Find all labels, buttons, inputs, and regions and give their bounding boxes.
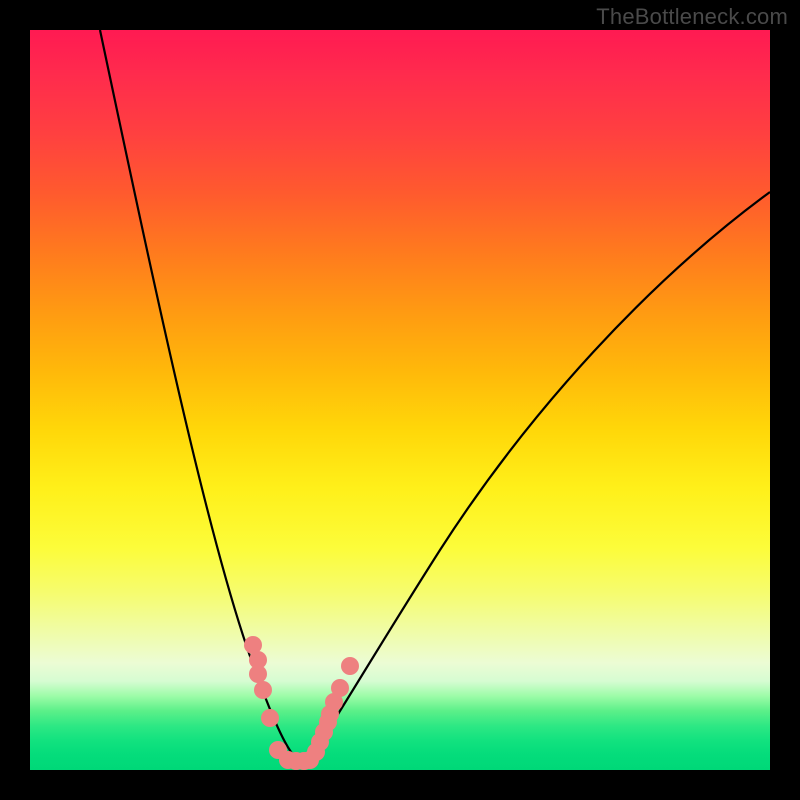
chart-plot-area: [30, 30, 770, 770]
left-curve: [100, 30, 298, 760]
marker-group: [244, 636, 359, 770]
watermark-text: TheBottleneck.com: [596, 4, 788, 30]
curve-layer: [30, 30, 770, 770]
right-curve: [308, 192, 770, 760]
